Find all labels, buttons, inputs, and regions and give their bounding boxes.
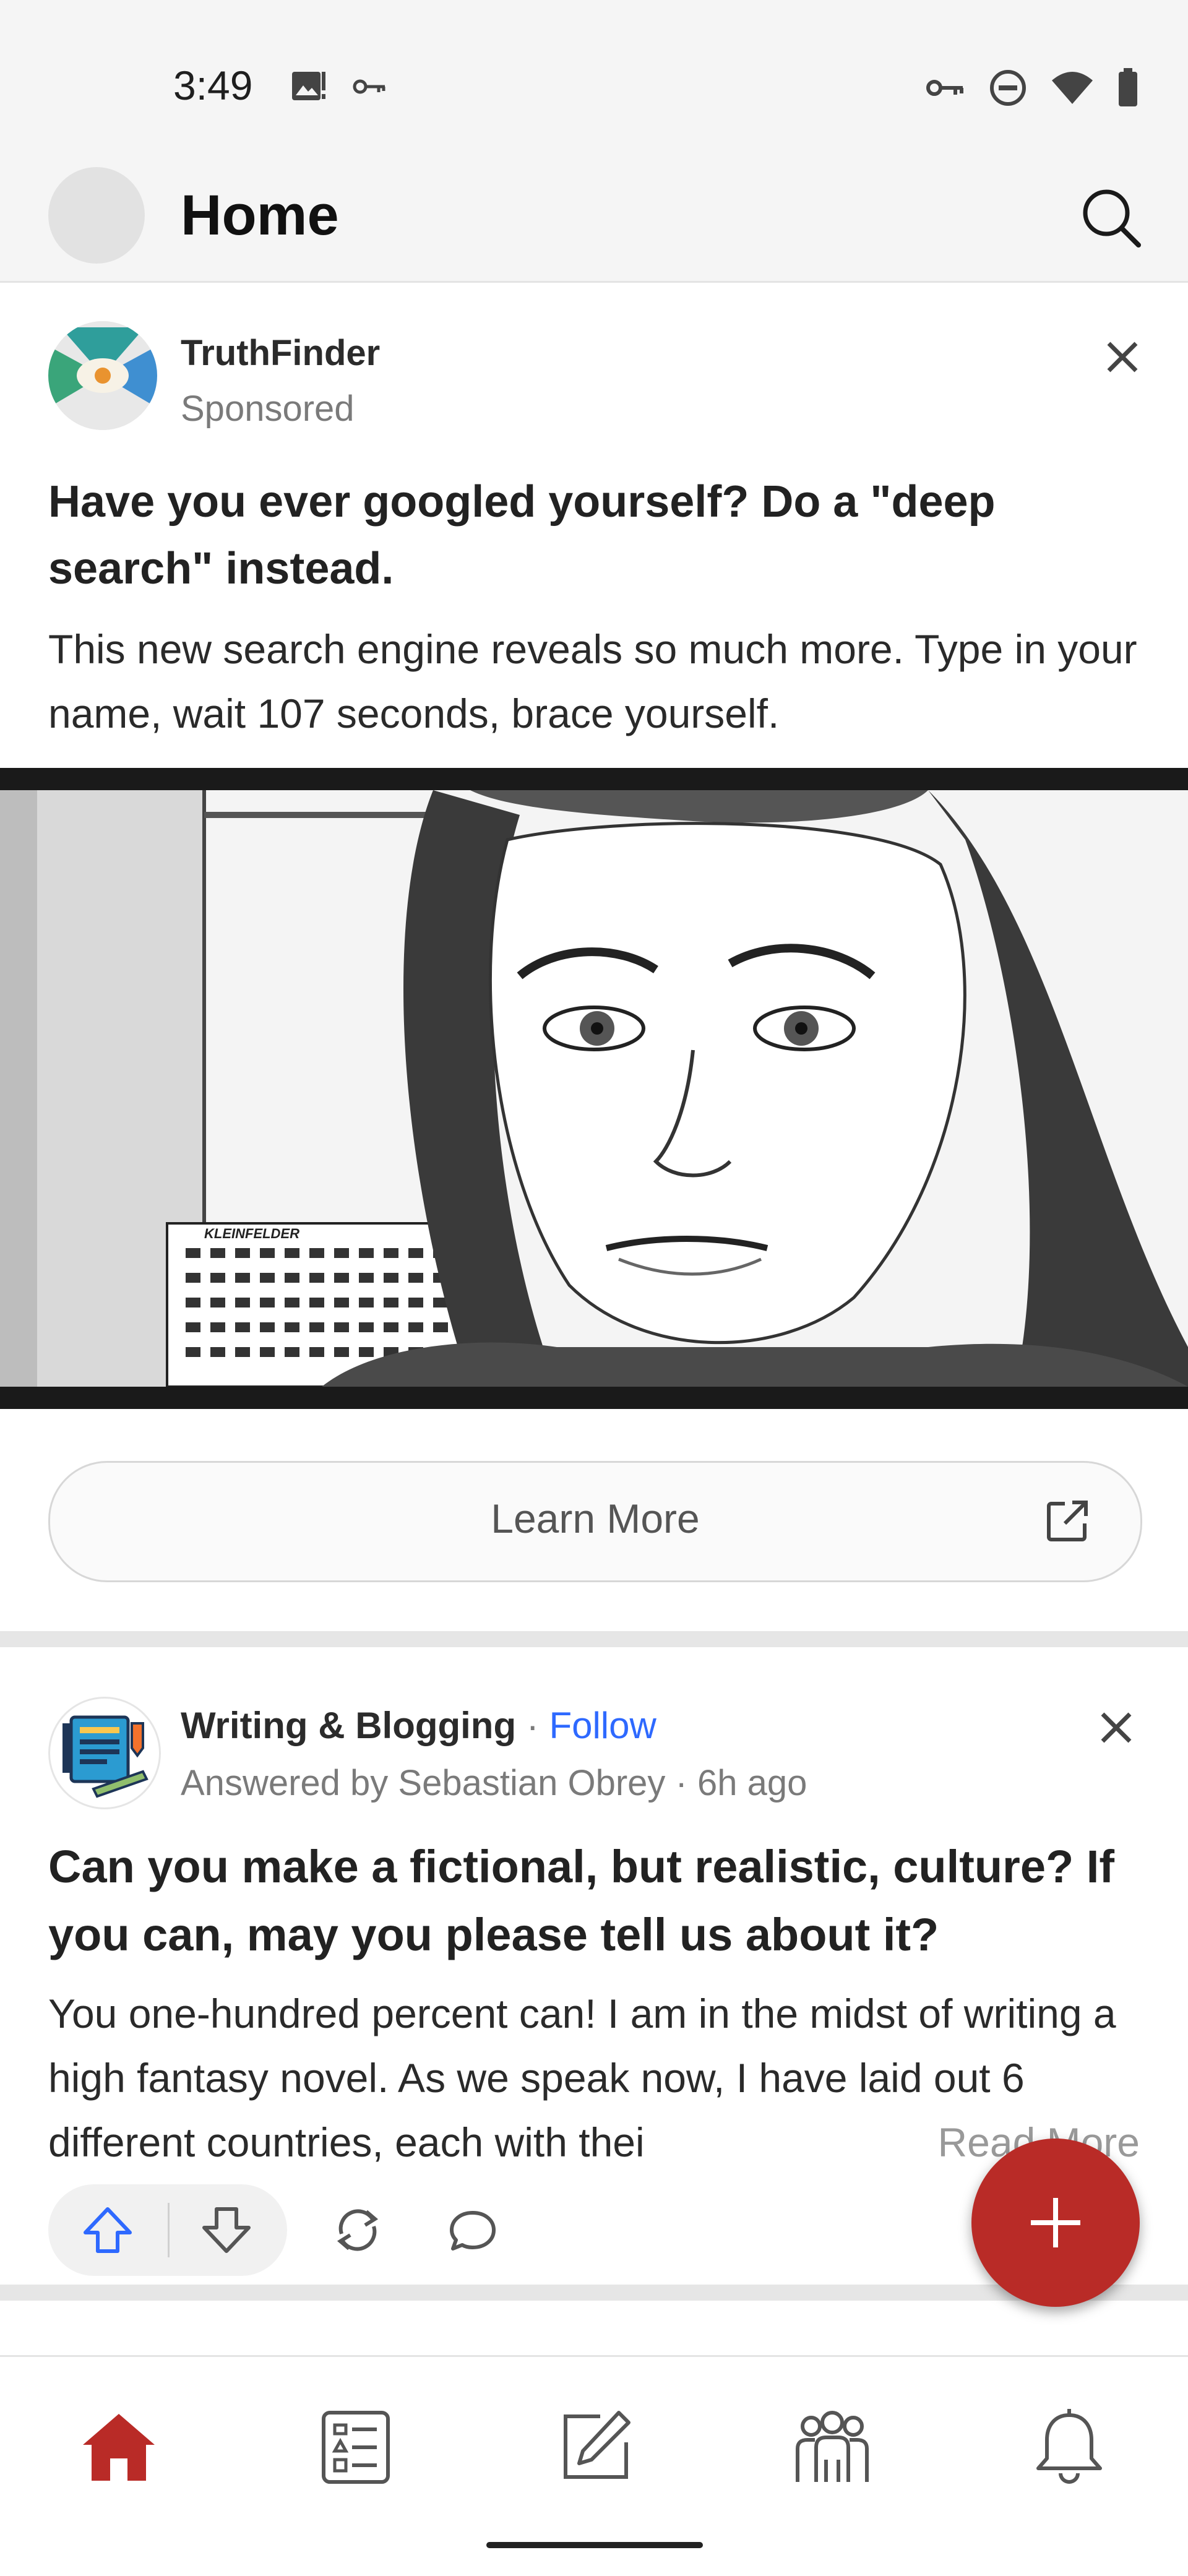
search-icon bbox=[1083, 189, 1141, 248]
learn-more-label: Learn More bbox=[491, 1496, 700, 1541]
ad-image[interactable]: KLEINFELDER bbox=[0, 768, 1188, 1409]
status-left-icons bbox=[291, 69, 387, 107]
learn-more-button[interactable]: Learn More bbox=[48, 1461, 1142, 1582]
status-bar: 3:49 bbox=[0, 0, 1188, 161]
image-alert-icon bbox=[291, 69, 328, 107]
downvote-icon[interactable] bbox=[197, 2200, 256, 2260]
close-icon bbox=[1101, 1712, 1132, 1743]
space-line: Writing & Blogging · Follow bbox=[181, 1704, 656, 1747]
sponsored-label: Sponsored bbox=[181, 389, 355, 429]
ad-photo: KLEINFELDER bbox=[0, 790, 1188, 1387]
nav-home[interactable] bbox=[75, 2404, 162, 2491]
building-sign-text: KLEINFELDER bbox=[204, 1226, 299, 1241]
dismiss-ad-button[interactable] bbox=[1098, 332, 1147, 382]
wifi-icon bbox=[1051, 71, 1094, 108]
follow-link[interactable]: Follow bbox=[549, 1705, 656, 1746]
comment-icon[interactable] bbox=[443, 2200, 502, 2260]
vote-separator bbox=[168, 2203, 170, 2257]
dismiss-question-button[interactable] bbox=[1091, 1703, 1141, 1752]
close-icon bbox=[1107, 342, 1138, 373]
advertiser-logo[interactable] bbox=[48, 321, 157, 430]
battery-icon bbox=[1117, 68, 1138, 111]
key-icon bbox=[353, 77, 387, 99]
nav-write[interactable] bbox=[551, 2404, 637, 2491]
page-title: Home bbox=[181, 184, 339, 247]
nav-notifications[interactable] bbox=[1026, 2404, 1113, 2491]
external-link-icon bbox=[1047, 1501, 1088, 1541]
share-icon[interactable] bbox=[328, 2200, 387, 2260]
answer-time: · 6h ago bbox=[665, 1763, 807, 1803]
nav-following[interactable] bbox=[312, 2404, 399, 2491]
answer-meta: Answered by Sebastian Obrey · 6h ago bbox=[181, 1762, 807, 1804]
nav-spaces[interactable] bbox=[789, 2404, 876, 2491]
avatar[interactable] bbox=[48, 167, 145, 264]
spaces-icon bbox=[796, 2411, 869, 2482]
home-icon bbox=[83, 2414, 155, 2481]
ad-body: This new search engine reveals so much m… bbox=[48, 626, 1137, 736]
vpn-key-icon bbox=[926, 77, 965, 101]
gesture-home-indicator[interactable] bbox=[486, 2542, 703, 2548]
feed-divider bbox=[0, 1631, 1188, 1647]
status-time: 3:49 bbox=[173, 62, 253, 108]
add-post-button[interactable] bbox=[971, 2139, 1140, 2307]
following-icon bbox=[322, 2411, 390, 2484]
ad-card[interactable]: TruthFinder Sponsored Have you ever goog… bbox=[0, 283, 1188, 1632]
separator-dot: · bbox=[516, 1705, 549, 1746]
status-right-icons bbox=[926, 68, 1138, 111]
space-name[interactable]: Writing & Blogging bbox=[181, 1705, 516, 1746]
upvote-icon[interactable] bbox=[78, 2200, 137, 2260]
do-not-disturb-icon bbox=[989, 69, 1027, 110]
app-header: Home bbox=[0, 161, 1188, 283]
question-title[interactable]: Can you make a fictional, but realistic,… bbox=[48, 1833, 1150, 1969]
search-button[interactable] bbox=[1077, 183, 1145, 251]
writing-space-logo-icon bbox=[62, 1715, 148, 1798]
notifications-icon bbox=[1036, 2409, 1102, 2484]
truthfinder-logo-icon bbox=[48, 321, 157, 430]
ad-headline[interactable]: Have you ever googled yourself? Do a "de… bbox=[48, 468, 1137, 602]
write-icon bbox=[564, 2411, 631, 2479]
advertiser-name[interactable]: TruthFinder bbox=[181, 332, 380, 374]
plus-icon bbox=[1031, 2198, 1080, 2247]
vote-pill bbox=[48, 2184, 287, 2276]
space-logo[interactable] bbox=[48, 1697, 161, 1809]
answerer-name[interactable]: Answered by Sebastian Obrey bbox=[181, 1763, 665, 1803]
